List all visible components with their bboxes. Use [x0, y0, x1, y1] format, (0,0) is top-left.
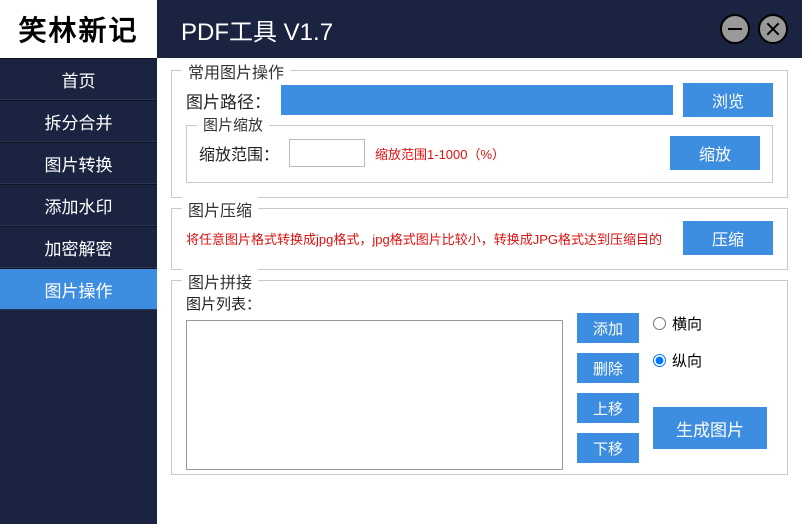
sidebar-item-encrypt[interactable]: 加密解密 — [0, 226, 157, 268]
window-controls — [720, 14, 802, 44]
sidebar-item-convert[interactable]: 图片转换 — [0, 142, 157, 184]
browse-button[interactable]: 浏览 — [683, 83, 773, 117]
scale-button[interactable]: 缩放 — [670, 136, 760, 170]
app-title: PDF工具 V1.7 — [181, 12, 720, 47]
radio-vertical-input[interactable] — [653, 354, 666, 367]
radio-vertical-label: 纵向 — [672, 350, 702, 371]
titlebar: 笑林新记 PDF工具 V1.7 — [0, 0, 802, 58]
delete-button[interactable]: 删除 — [577, 353, 639, 383]
sidebar-item-image-ops[interactable]: 图片操作 — [0, 268, 157, 310]
sidebar: 首页 拆分合并 图片转换 添加水印 加密解密 图片操作 — [0, 58, 157, 524]
minimize-button[interactable] — [720, 14, 750, 44]
move-up-button[interactable]: 上移 — [577, 393, 639, 423]
group-title-common: 常用图片操作 — [182, 59, 290, 83]
sidebar-item-split-merge[interactable]: 拆分合并 — [0, 100, 157, 142]
sidebar-item-home[interactable]: 首页 — [0, 58, 157, 100]
scale-label: 缩放范围： — [199, 141, 279, 165]
generate-button[interactable]: 生成图片 — [653, 407, 767, 449]
list-label: 图片列表： — [186, 293, 563, 314]
group-common-image-ops: 常用图片操作 图片路径： 浏览 图片缩放 缩放范围： 缩放范围1-1000（%）… — [171, 70, 788, 198]
compress-button[interactable]: 压缩 — [683, 221, 773, 255]
scale-input[interactable] — [289, 139, 365, 167]
radio-horizontal-input[interactable] — [653, 317, 666, 330]
group-title-stitch: 图片拼接 — [182, 269, 258, 293]
content-area: 常用图片操作 图片路径： 浏览 图片缩放 缩放范围： 缩放范围1-1000（%）… — [157, 58, 802, 524]
compress-desc: 将任意图片格式转换成jpg格式，jpg格式图片比较小，转换成JPG格式达到压缩目… — [186, 229, 673, 248]
group-title-compress: 图片压缩 — [182, 197, 258, 221]
radio-horizontal-label: 横向 — [672, 313, 702, 334]
group-title-scale: 图片缩放 — [197, 114, 269, 135]
image-list[interactable] — [186, 320, 563, 470]
radio-horizontal[interactable]: 横向 — [653, 313, 767, 334]
add-button[interactable]: 添加 — [577, 313, 639, 343]
radio-vertical[interactable]: 纵向 — [653, 350, 767, 371]
group-compress: 图片压缩 将任意图片格式转换成jpg格式，jpg格式图片比较小，转换成JPG格式… — [171, 208, 788, 270]
close-button[interactable] — [758, 14, 788, 44]
path-input[interactable] — [281, 85, 673, 115]
group-scale: 图片缩放 缩放范围： 缩放范围1-1000（%） 缩放 — [186, 125, 773, 183]
app-logo: 笑林新记 — [0, 0, 157, 58]
path-label: 图片路径： — [186, 88, 271, 113]
group-stitch: 图片拼接 图片列表： 添加 删除 上移 下移 横向 — [171, 280, 788, 475]
move-down-button[interactable]: 下移 — [577, 433, 639, 463]
scale-hint: 缩放范围1-1000（%） — [375, 144, 660, 163]
sidebar-item-watermark[interactable]: 添加水印 — [0, 184, 157, 226]
